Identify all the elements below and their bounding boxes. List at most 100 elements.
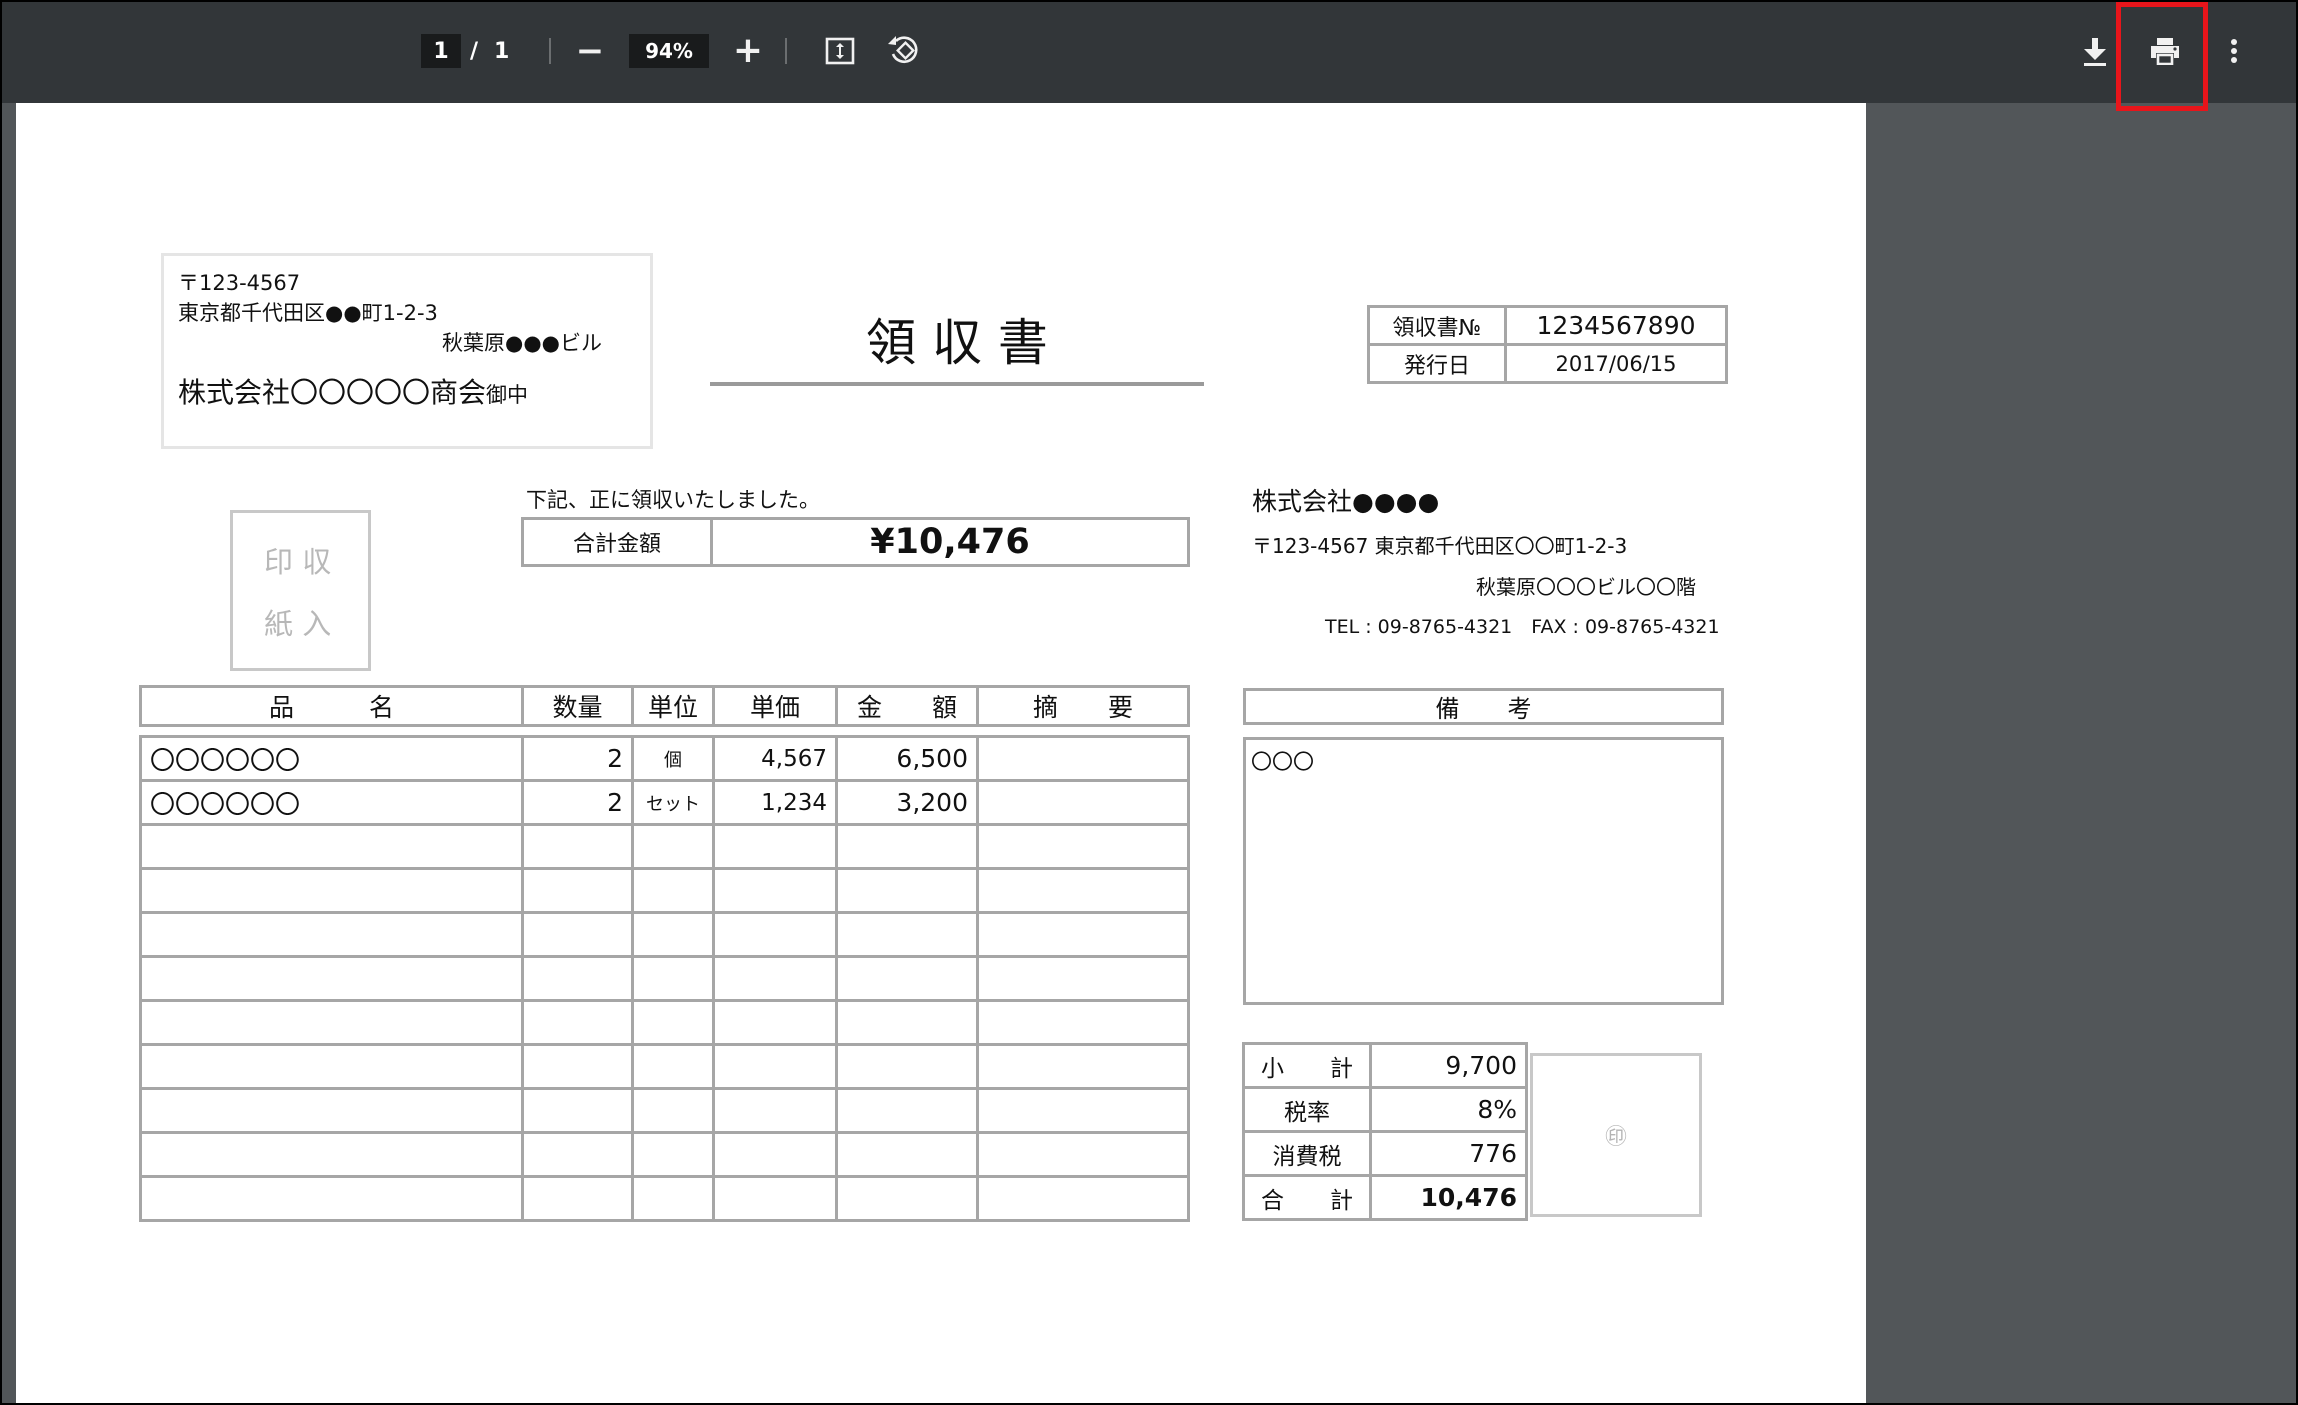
empty-cell [631, 823, 715, 870]
empty-cell [521, 1175, 634, 1222]
col-summary: 摘 要 [976, 685, 1190, 727]
col-unit-price: 単価 [712, 685, 838, 727]
item-price: 1,234 [712, 779, 838, 826]
empty-cell [631, 955, 715, 1002]
empty-cell [835, 1175, 979, 1222]
items-table: 〇〇〇〇〇〇 2 個 4,567 6,500 〇〇〇〇〇〇 2 セット 1,23… [139, 735, 1190, 1222]
issuer-company: 株式会社●●●● [1252, 487, 1440, 516]
page-separator: / [470, 38, 479, 64]
recipient-company-name: 株式会社〇〇〇〇〇商会 [178, 376, 487, 409]
zoom-out-button[interactable]: − [572, 31, 608, 71]
item-unit: 個 [631, 735, 715, 782]
col-item-name: 品 名 [139, 685, 524, 727]
receipt-title: 領 収 書 [866, 314, 1048, 372]
empty-cell [712, 1087, 838, 1134]
toolbar-divider [785, 38, 787, 64]
page-number-input[interactable]: 1 [421, 34, 461, 68]
empty-cell [139, 823, 524, 870]
empty-cell [139, 1043, 524, 1090]
empty-cell [976, 1175, 1190, 1222]
issuer-address: 〒123-4567 東京都千代田区〇〇町1-2-3 [1252, 534, 1628, 558]
table-row: 〇〇〇〇〇〇 2 個 4,567 6,500 [139, 735, 1190, 782]
issue-date-value: 2017/06/15 [1504, 343, 1728, 384]
rotate-button[interactable] [886, 33, 922, 69]
empty-cell [631, 1175, 715, 1222]
stamp-label-line2: 紙 入 [264, 607, 332, 641]
table-row [139, 1175, 1190, 1222]
empty-cell [976, 867, 1190, 914]
recipient-postal: 〒123-4567 [178, 271, 301, 295]
receipt-no-value: 1234567890 [1504, 305, 1728, 346]
issue-date-label: 発行日 [1367, 343, 1507, 384]
empty-cell [976, 999, 1190, 1046]
empty-cell [712, 1175, 838, 1222]
empty-cell [976, 1043, 1190, 1090]
tax-label: 消費税 [1242, 1130, 1372, 1177]
empty-cell [521, 911, 634, 958]
empty-cell [521, 955, 634, 1002]
zoom-input[interactable]: 94% [629, 34, 709, 68]
col-quantity: 数量 [521, 685, 634, 727]
remarks-box: 〇〇〇 [1243, 737, 1724, 1005]
item-qty: 2 [521, 735, 634, 782]
empty-cell [976, 911, 1190, 958]
empty-cell [835, 955, 979, 1002]
more-vert-icon [2231, 39, 2237, 63]
empty-cell [139, 955, 524, 1002]
empty-cell [712, 1131, 838, 1178]
recipient-honorific: 御中 [486, 383, 529, 407]
item-amount: 6,500 [835, 735, 979, 782]
table-row [139, 999, 1190, 1046]
empty-cell [521, 867, 634, 914]
item-summary [976, 735, 1190, 782]
empty-cell [835, 1043, 979, 1090]
empty-cell [521, 1131, 634, 1178]
pdf-toolbar: 1 / 1 − 94% + [0, 0, 2298, 103]
item-name: 〇〇〇〇〇〇 [139, 779, 524, 826]
table-row: 〇〇〇〇〇〇 2 セット 1,234 3,200 [139, 779, 1190, 826]
empty-cell [712, 911, 838, 958]
issuer-building: 秋葉原〇〇〇ビル〇〇階 [1476, 575, 1696, 599]
more-options-button[interactable] [2222, 34, 2246, 68]
title-underline [710, 382, 1204, 386]
empty-cell [521, 1087, 634, 1134]
stamp-label-line1: 印 収 [264, 545, 332, 579]
zoom-in-button[interactable]: + [730, 30, 766, 71]
empty-cell [139, 1087, 524, 1134]
recipient-address: 東京都千代田区●●町1-2-3 [178, 301, 438, 325]
revenue-stamp-box [230, 510, 371, 671]
empty-cell [521, 999, 634, 1046]
items-header: 品 名 数量 単位 単価 金 額 摘 要 [139, 685, 1190, 727]
remarks-header: 備 考 [1243, 688, 1724, 725]
empty-cell [712, 823, 838, 870]
empty-cell [976, 1131, 1190, 1178]
receipt-note: 下記、正に領収いたしました。 [526, 488, 820, 512]
seal-mark: ㊞ [1604, 1125, 1627, 1150]
receipt-no-label: 領収書№ [1367, 305, 1507, 346]
empty-cell [835, 867, 979, 914]
item-name: 〇〇〇〇〇〇 [139, 735, 524, 782]
empty-cell [835, 1131, 979, 1178]
rotate-icon [888, 36, 918, 64]
remarks-content: 〇〇〇 [1251, 750, 1314, 774]
empty-cell [712, 999, 838, 1046]
col-unit: 単位 [631, 685, 715, 727]
item-qty: 2 [521, 779, 634, 826]
empty-cell [976, 1087, 1190, 1134]
empty-cell [521, 823, 634, 870]
totals-table: 小 計 9,700 税率 8% 消費税 776 合 計 10,476 [1242, 1042, 1528, 1221]
tax-rate-value: 8% [1369, 1086, 1528, 1133]
table-row [139, 1087, 1190, 1134]
empty-cell [835, 1087, 979, 1134]
fit-page-icon [825, 37, 855, 65]
receipt-meta-table: 領収書№ 1234567890 発行日 2017/06/15 [1367, 305, 1728, 384]
recipient-building: 秋葉原●●●ビル [442, 331, 602, 355]
item-amount: 3,200 [835, 779, 979, 826]
empty-cell [631, 867, 715, 914]
fit-to-page-button[interactable] [823, 34, 857, 68]
subtotal-label: 小 計 [1242, 1042, 1372, 1089]
download-button[interactable] [2077, 32, 2113, 72]
empty-cell [631, 911, 715, 958]
empty-cell [835, 823, 979, 870]
recipient-company: 株式会社〇〇〇〇〇商会御中 [178, 371, 528, 411]
